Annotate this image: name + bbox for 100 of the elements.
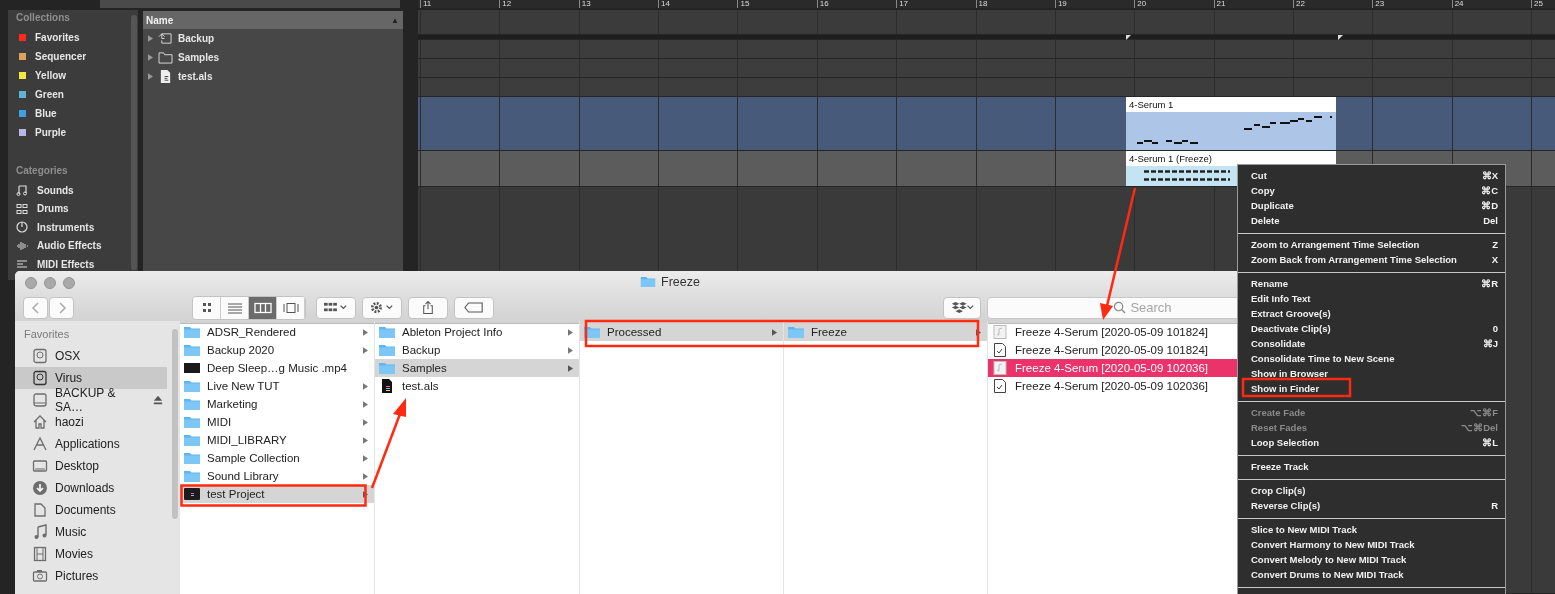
view-mode-button[interactable]: [249, 296, 277, 319]
track-lane[interactable]: [418, 78, 1555, 97]
file-row[interactable]: Sound Library: [180, 467, 374, 485]
category-item[interactable]: MIDI Effects: [37, 258, 95, 270]
menu-item[interactable]: Delete Del: [1238, 213, 1505, 228]
share-button[interactable]: [408, 296, 448, 319]
file-row[interactable]: Marketing: [180, 395, 374, 413]
menu-item[interactable]: Zoom Back from Arrangement Time Selection X: [1238, 252, 1505, 267]
backup-icon: [158, 32, 173, 45]
section-heading: Favorites: [23, 328, 71, 342]
eject-icon[interactable]: [153, 395, 163, 405]
file-row[interactable]: Deep Sleep…g Music .mp4: [180, 359, 374, 377]
category-item[interactable]: Drums: [37, 203, 69, 215]
menu-item[interactable]: Rename ⌘R: [1238, 276, 1505, 291]
view-mode-button[interactable]: [193, 296, 221, 319]
file-row[interactable]: test.als: [375, 377, 579, 395]
home-icon: [32, 414, 48, 430]
list-view-icon: [225, 301, 244, 314]
file-row[interactable]: Freeze: [784, 323, 987, 341]
sidebar-item[interactable]: haozi: [15, 411, 167, 433]
menu-item[interactable]: Loop Selection ⌘L: [1238, 435, 1505, 450]
sidebar-item[interactable]: Applications: [15, 433, 167, 455]
menu-item[interactable]: Zoom to Arrangement Time Selection Z: [1238, 237, 1505, 252]
scrollbar[interactable]: [131, 15, 137, 270]
file-name[interactable]: test.als: [178, 71, 213, 82]
menu-item[interactable]: Crop Clip(s): [1238, 483, 1505, 498]
search-field[interactable]: [100, 0, 400, 8]
menu-item[interactable]: Consolidate ⌘J: [1238, 336, 1505, 351]
action-button[interactable]: [362, 296, 402, 319]
sidebar-item[interactable]: Desktop: [15, 455, 167, 477]
category-item[interactable]: Sounds: [37, 184, 74, 196]
chevron-right-icon: [56, 300, 67, 315]
sidebar-item[interactable]: Music: [15, 521, 167, 543]
menu-item[interactable]: Convert Melody to New MIDI Track: [1238, 552, 1505, 567]
window-control[interactable]: [63, 277, 75, 289]
category-item[interactable]: Audio Effects: [37, 240, 102, 252]
file-row[interactable]: Ableton Project Info: [375, 323, 579, 341]
file-row[interactable]: Sample Collection: [180, 449, 374, 467]
share-icon: [422, 300, 434, 315]
category-item[interactable]: Instruments: [37, 221, 95, 233]
sidebar-item[interactable]: Virus: [15, 367, 167, 389]
expand-arrow-icon[interactable]: [148, 35, 153, 42]
collection-item[interactable]: Sequencer: [35, 51, 87, 62]
music-note-icon: [16, 184, 28, 197]
collection-item[interactable]: Green: [35, 89, 64, 100]
track-lane[interactable]: [418, 59, 1555, 78]
bar-number: 11: [420, 0, 500, 8]
view-mode-button[interactable]: [277, 296, 305, 319]
folder-icon: [183, 343, 201, 357]
gear-icon: [370, 301, 394, 314]
folder-icon: [183, 397, 201, 411]
sidebar-item[interactable]: Documents: [15, 499, 167, 521]
file-row[interactable]: MIDI: [180, 413, 374, 431]
timeline-ruler[interactable]: 11 12 13 14 15 16 17 18 19 20 21 22 23 24 25: [418, 0, 1555, 8]
menu-item[interactable]: Convert Drums to New MIDI Track: [1238, 567, 1505, 582]
menu-item[interactable]: Duplicate ⌘D: [1238, 198, 1505, 213]
file-row[interactable]: Backup 2020: [180, 341, 374, 359]
collection-item[interactable]: Yellow: [35, 70, 67, 81]
clip-title: 4-Serum 1 (Freeze): [1126, 151, 1336, 166]
dropbox-button[interactable]: [943, 296, 981, 319]
bar-number: 20: [1134, 0, 1214, 8]
collection-item[interactable]: Purple: [35, 127, 67, 138]
midi-track[interactable]: 4-Serum 1: [418, 97, 1555, 151]
track-lane[interactable]: [418, 10, 1555, 35]
arrange-button[interactable]: [316, 296, 356, 319]
menu-item[interactable]: Convert Harmony to New MIDI Track: [1238, 537, 1505, 552]
expand-arrow-icon[interactable]: [148, 54, 153, 61]
document-icon: [991, 379, 1009, 393]
menu-item[interactable]: Deactivate Clip(s) 0: [1238, 321, 1505, 336]
sidebar-item[interactable]: BACKUP & SA…: [15, 389, 167, 411]
file-row[interactable]: Live New TUT: [180, 377, 374, 395]
collection-item[interactable]: Blue: [35, 108, 57, 119]
file-row[interactable]: Backup: [375, 341, 579, 359]
view-switcher[interactable]: [192, 295, 306, 320]
drive-icon: [32, 392, 48, 408]
menu-item[interactable]: Slice to New MIDI Track: [1238, 522, 1505, 537]
menu-item[interactable]: Freeze Track: [1238, 459, 1505, 474]
file-row[interactable]: Samples: [375, 359, 579, 377]
menu-item[interactable]: Reverse Clip(s) R: [1238, 498, 1505, 513]
window-control[interactable]: [25, 277, 37, 289]
file-row[interactable]: MIDI_LIBRARY: [180, 431, 374, 449]
track-lane[interactable]: [418, 40, 1555, 59]
scrollbar[interactable]: [172, 329, 178, 519]
sidebar-item[interactable]: Pictures: [15, 565, 167, 587]
file-row[interactable]: Processed: [580, 323, 783, 341]
expand-arrow-icon[interactable]: [148, 73, 153, 80]
column-header[interactable]: Name ▲: [143, 11, 403, 29]
file-name[interactable]: Backup: [178, 33, 215, 44]
tag-button[interactable]: [454, 296, 494, 319]
collection-item[interactable]: Favorites: [35, 32, 80, 43]
sidebar-item[interactable]: Downloads: [15, 477, 167, 499]
file-row[interactable]: ADSR_Rendered: [180, 323, 374, 341]
clip[interactable]: 4-Serum 1: [1126, 97, 1336, 150]
sidebar-item[interactable]: Movies: [15, 543, 167, 565]
window-control[interactable]: [44, 277, 56, 289]
sidebar-item[interactable]: OSX: [15, 345, 167, 367]
menu-item[interactable]: Show in Finder: [1238, 381, 1505, 396]
window-title: Freeze: [661, 274, 700, 289]
file-name[interactable]: Samples: [178, 52, 220, 63]
grid-icon: [16, 202, 28, 215]
